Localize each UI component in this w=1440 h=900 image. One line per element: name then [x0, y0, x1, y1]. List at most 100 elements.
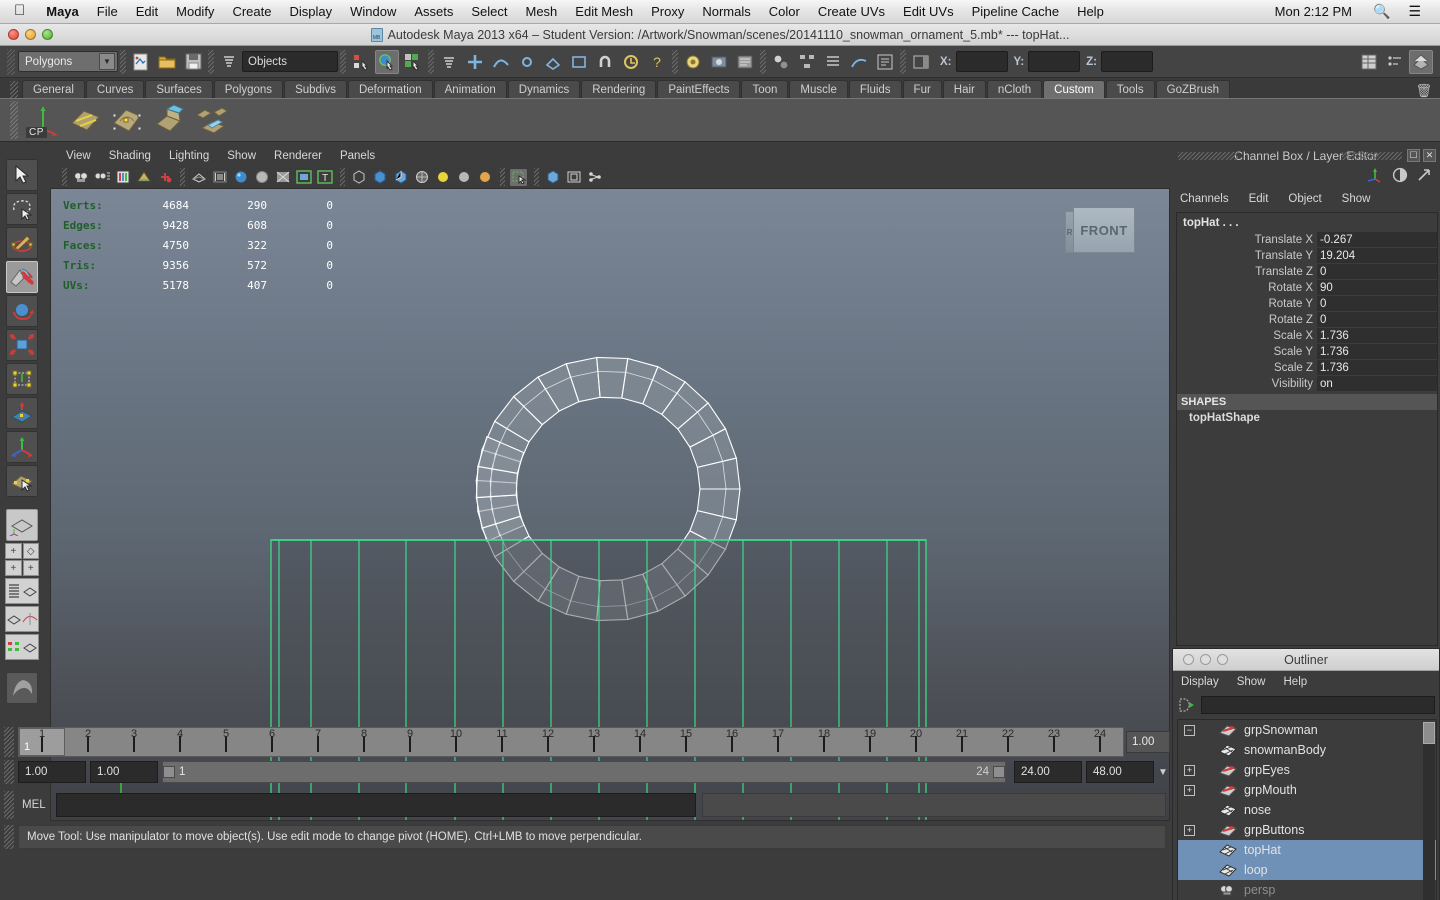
channel-value-translate-x[interactable]: -0.267 — [1317, 232, 1437, 248]
select-tool[interactable] — [6, 159, 38, 191]
expand-icon[interactable]: + — [1184, 824, 1195, 836]
channel-row-scale-y[interactable]: Scale Y 1.736 — [1177, 344, 1437, 360]
command-line-grip[interactable] — [4, 791, 14, 819]
shelf-button-soft-select-tool[interactable] — [108, 101, 146, 139]
bounding-box-icon[interactable] — [349, 167, 368, 187]
lasso-select-tool[interactable] — [6, 193, 38, 225]
menu-create[interactable]: Create — [223, 0, 280, 24]
menu-mesh[interactable]: Mesh — [517, 0, 567, 24]
shelf-tab-deformation[interactable]: Deformation — [347, 80, 433, 99]
menu-window[interactable]: Window — [341, 0, 405, 24]
open-graph-editor-icon[interactable] — [847, 50, 871, 74]
show-attribute-editor-icon[interactable] — [1383, 50, 1407, 74]
viewport-toolbar-grip[interactable] — [62, 168, 67, 186]
component-mask-icon[interactable] — [437, 50, 461, 74]
shelf-tab-painteffects[interactable]: PaintEffects — [657, 80, 741, 99]
smooth-shade-all-icon[interactable] — [370, 167, 389, 187]
channel-row-rotate-x[interactable]: Rotate X 90 — [1177, 280, 1437, 296]
xray-joints-icon[interactable] — [543, 167, 562, 187]
collapse-icon[interactable]: − — [1184, 724, 1195, 736]
viewport-menu-lighting[interactable]: Lighting — [169, 150, 209, 162]
textured-icon[interactable] — [273, 167, 292, 187]
shelf-tab-hair[interactable]: Hair — [942, 80, 986, 99]
layout-cell-bl[interactable]: + — [5, 560, 22, 576]
last-tool-used[interactable] — [6, 465, 38, 497]
coord-z-input[interactable] — [1101, 51, 1154, 72]
viewport-menu-renderer[interactable]: Renderer — [274, 150, 322, 162]
channel-box-grip-right[interactable] — [1342, 152, 1402, 160]
soft-modification-tool[interactable] — [6, 397, 38, 429]
ipr-render-icon[interactable] — [707, 50, 731, 74]
menu-edit-uvs[interactable]: Edit UVs — [894, 0, 963, 24]
xray-active-icon[interactable] — [564, 167, 583, 187]
menu-color[interactable]: Color — [760, 0, 809, 24]
menu-normals[interactable]: Normals — [693, 0, 759, 24]
shelf-tab-polygons[interactable]: Polygons — [213, 80, 284, 99]
single-perspective-layout[interactable] — [6, 509, 38, 541]
construction-history-icon[interactable] — [619, 50, 643, 74]
expand-icon[interactable]: + — [1184, 764, 1195, 776]
snap-to-plane-icon[interactable] — [541, 50, 565, 74]
book-icon[interactable] — [113, 167, 132, 187]
shelf-tab-dynamics[interactable]: Dynamics — [507, 80, 581, 99]
menu-assets[interactable]: Assets — [405, 0, 462, 24]
open-attribute-editor-icon[interactable] — [873, 50, 897, 74]
rotate-tool[interactable] — [6, 295, 38, 327]
light-yellow-icon[interactable] — [433, 167, 452, 187]
channel-value-rotate-y[interactable]: 0 — [1317, 296, 1437, 312]
wireframe-on-shaded-icon[interactable] — [412, 167, 431, 187]
search-icon[interactable]: 🔍 — [1364, 3, 1399, 20]
open-hypergraph-icon[interactable] — [795, 50, 819, 74]
shelf-button-edge-loop-tool[interactable] — [66, 101, 104, 139]
outliner-item-snowmanbody[interactable]: snowmanBody — [1178, 740, 1436, 760]
select-camera-icon[interactable] — [71, 167, 90, 187]
channel-row-scale-x[interactable]: Scale X 1.736 — [1177, 328, 1437, 344]
render-settings-icon[interactable] — [733, 50, 757, 74]
menu-pipeline-cache[interactable]: Pipeline Cache — [963, 0, 1068, 24]
light-orange-icon[interactable] — [475, 167, 494, 187]
channel-value-rotate-z[interactable]: 0 — [1317, 312, 1437, 328]
shelf-tab-tools[interactable]: Tools — [1105, 80, 1155, 99]
channel-row-rotate-y[interactable]: Rotate Y 0 — [1177, 296, 1437, 312]
channel-row-visibility[interactable]: Visibility on — [1177, 376, 1437, 392]
image-plane-icon[interactable] — [134, 167, 153, 187]
move-tool[interactable] — [6, 261, 38, 293]
close-icon[interactable]: ✕ — [1423, 149, 1436, 162]
exposure-icon[interactable] — [585, 167, 604, 187]
shelf-button-extrude-face-tool[interactable] — [150, 101, 188, 139]
magnet-icon[interactable] — [593, 50, 617, 74]
toggle-sidebar-icon[interactable] — [909, 50, 933, 74]
question-icon[interactable]: ? — [645, 50, 669, 74]
persp-graph-layout[interactable] — [5, 606, 39, 632]
playback-rate-field[interactable]: 1.00 — [1126, 731, 1170, 753]
select-by-hierarchy-icon[interactable] — [349, 50, 373, 74]
shelf-tab-ncloth[interactable]: nCloth — [986, 80, 1043, 99]
shelf-tab-toon[interactable]: Toon — [741, 80, 789, 99]
layout-cell-tr[interactable]: ◇ — [22, 543, 39, 559]
channel-row-translate-x[interactable]: Translate X -0.267 — [1177, 232, 1437, 248]
layout-cell-tl[interactable]: + — [5, 543, 22, 559]
smooth-shade-icon[interactable] — [210, 167, 229, 187]
new-scene-icon[interactable] — [129, 50, 153, 74]
channel-value-translate-z[interactable]: 0 — [1317, 264, 1437, 280]
shelf-tab-general[interactable]: General — [22, 80, 85, 99]
outliner-menu-help[interactable]: Help — [1284, 676, 1308, 688]
outliner-filter-icon[interactable] — [1177, 696, 1197, 714]
channel-value-rotate-x[interactable]: 90 — [1317, 280, 1437, 296]
shaded-sphere-icon[interactable] — [231, 167, 250, 187]
shelf-tab-grip[interactable] — [10, 81, 18, 99]
channel-value-scale-y[interactable]: 1.736 — [1317, 344, 1437, 360]
save-scene-icon[interactable] — [181, 50, 205, 74]
select-by-component-type-icon[interactable] — [401, 50, 425, 74]
outliner-search-input[interactable] — [1201, 696, 1435, 714]
restore-icon[interactable]: ☐ — [1407, 149, 1420, 162]
hardware-texture-icon[interactable] — [294, 167, 313, 187]
channel-value-visibility[interactable]: on — [1317, 376, 1437, 392]
outliner-scrollbar[interactable] — [1423, 722, 1435, 900]
half-circle-icon[interactable] — [1392, 167, 1408, 188]
layout-cell-br[interactable]: + — [22, 560, 39, 576]
channel-value-translate-y[interactable]: 19.204 — [1317, 248, 1437, 264]
help-line-grip[interactable] — [4, 825, 14, 849]
selection-mask-field[interactable]: Objects — [242, 51, 338, 72]
time-slider-track[interactable]: 1 1 2 3 4 5 6 7 8 9 10 11 12 13 14 15 16 17 18 19 20 21 22 23 2… — [18, 727, 1124, 757]
